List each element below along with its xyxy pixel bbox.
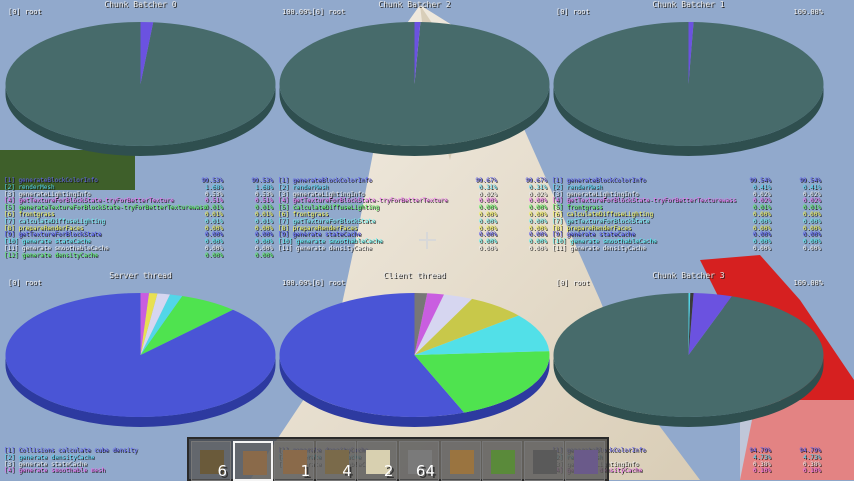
item-count: 64 (415, 462, 435, 480)
legend-total-percent: 0.00% (254, 251, 273, 259)
panel-title: Chunk Batcher 3 (652, 271, 725, 280)
legend-name: [4] generate smoothable mesh (4, 467, 106, 475)
legend-name: [12] generate densityCache (4, 251, 98, 259)
legend-row: [12] generate densityCache 0.00% 0.00% (4, 251, 273, 260)
hotbar-slot[interactable]: 2 (357, 441, 398, 481)
hotbar[interactable]: 6 1 4 2 64 (187, 437, 609, 481)
legend-total-percent: 0.00% (528, 244, 547, 252)
hotbar-slot[interactable] (440, 441, 481, 481)
panel-title: Chunk Batcher 0 (104, 0, 177, 9)
panel-title: Server thread (109, 271, 172, 280)
item-count: 4 (342, 462, 352, 480)
block-item-icon (242, 451, 267, 475)
pie-chart (5, 22, 276, 156)
profiler-panel-server-thread: Server thread [0] root (4, 271, 277, 461)
panel-legend: [1] generateBlockColorInfo 99.53% 99.53% [2… (4, 177, 273, 260)
block-item-icon (532, 450, 557, 474)
hotbar-slot[interactable]: 64 (399, 441, 439, 481)
hotbar-slot[interactable] (232, 441, 273, 481)
hotbar-slot[interactable] (565, 441, 606, 481)
pie-chart (279, 22, 550, 156)
item-count: 2 (383, 462, 394, 480)
profiler-panel-chunk-batcher-2: Chunk Batcher 2 100.00%[0] root (278, 0, 551, 190)
profiler-panel-chunk-batcher-1: Chunk Batcher 1 [0] root 100.00% (552, 0, 825, 190)
profiler-panel-chunk-batcher-0: Chunk Batcher 0 [0] root (4, 0, 277, 190)
hotbar-slot[interactable]: 1 (274, 441, 315, 481)
block-item-icon (574, 450, 599, 474)
profiler-panel-client-thread: Client thread 100.00%[0] root (278, 271, 551, 461)
pie-slice (5, 293, 276, 417)
crosshair (419, 232, 436, 249)
hotbar-slot[interactable]: 6 (191, 441, 231, 481)
item-count: 1 (300, 462, 311, 480)
block-item-icon (491, 450, 516, 474)
legend-name: [11] generate densityCache (278, 244, 372, 252)
hotbar-slot[interactable] (482, 441, 523, 481)
pie-chart (279, 293, 550, 427)
hotbar-slot[interactable]: 4 (315, 441, 356, 481)
pie-chart (553, 22, 824, 156)
panel-legend: [1] generateBlockColorInfo 99.67% 99.67% [2… (278, 177, 547, 253)
legend-total-percent: 0.00% (802, 244, 821, 252)
legend-percent: 0.10% (752, 467, 771, 475)
panel-title: Chunk Batcher 1 (652, 0, 725, 9)
legend-row: [11] generate densityCache 0.00% 0.00% (552, 244, 821, 253)
item-count: 6 (217, 462, 227, 480)
panel-legend: [1] generateBlockColorInfo 99.54% 99.54% [2… (552, 177, 821, 253)
legend-percent: 0.00% (478, 244, 497, 252)
legend-total-percent: 0.10% (802, 467, 821, 475)
pie-chart (553, 293, 824, 427)
pie-chart (5, 293, 276, 427)
profiler-panel-chunk-batcher-3: Chunk Batcher 3 [0] root 100.00% (552, 271, 825, 461)
legend-percent: 0.00% (752, 244, 771, 252)
hotbar-slot[interactable] (523, 441, 564, 481)
legend-percent: 0.00% (204, 251, 223, 259)
legend-name: [11] generate densityCache (552, 244, 646, 252)
block-item-icon (449, 450, 474, 474)
legend-row: [11] generate densityCache 0.00% 0.00% (278, 244, 547, 253)
